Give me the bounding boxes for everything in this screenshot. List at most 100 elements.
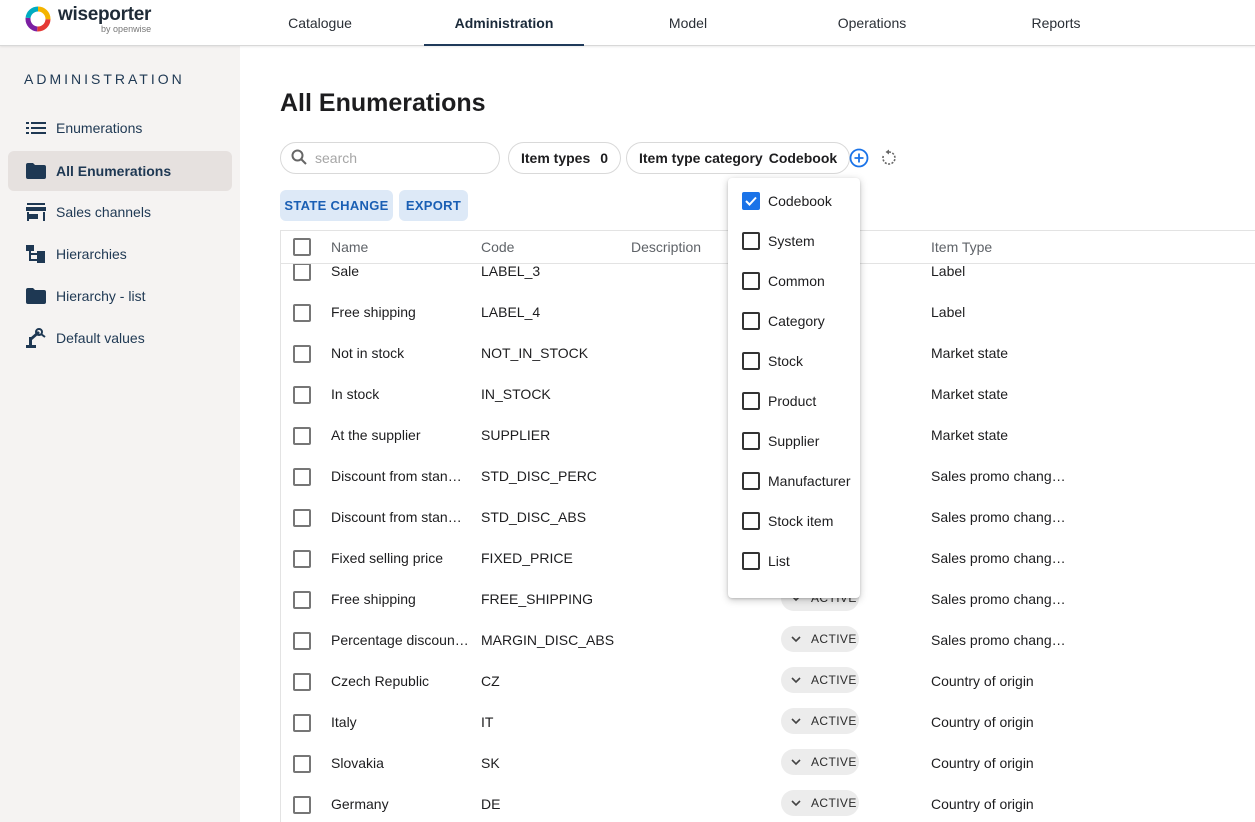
cell-item-type: Label	[931, 304, 966, 320]
category-option[interactable]: System	[728, 221, 860, 261]
row-checkbox[interactable]	[293, 427, 311, 445]
sidebar-item-sales-channels[interactable]: Sales channels	[8, 192, 232, 232]
sidebar-item-default-values[interactable]: Default values	[8, 318, 232, 358]
export-button[interactable]: EXPORT	[399, 190, 468, 221]
state-chip[interactable]: ACTIVE	[781, 708, 859, 734]
category-option[interactable]: List	[728, 541, 860, 581]
option-checkbox[interactable]	[742, 432, 760, 450]
category-option[interactable]: Stock item	[728, 501, 860, 541]
cell-name: Not in stock	[331, 345, 405, 361]
category-option[interactable]: Product	[728, 381, 860, 421]
table-row[interactable]: Slovakia SK ACTIVE Country of origin	[281, 743, 1255, 784]
folder-icon	[25, 286, 47, 306]
row-checkbox[interactable]	[293, 263, 311, 281]
select-all-checkbox[interactable]	[293, 238, 311, 256]
option-checkbox[interactable]	[742, 192, 760, 210]
cell-name: Sale	[331, 263, 360, 279]
state-change-button[interactable]: STATE CHANGE	[280, 190, 393, 221]
search-icon	[291, 149, 307, 168]
option-label: System	[768, 233, 815, 249]
state-label: ACTIVE	[811, 632, 857, 646]
brand-logo[interactable]: wiseporter by openwise	[24, 3, 151, 35]
row-checkbox[interactable]	[293, 345, 311, 363]
table-row[interactable]: Czech Republic CZ ACTIVE Country of origin	[281, 661, 1255, 702]
sidebar-item-label: Sales channels	[56, 204, 151, 220]
option-checkbox[interactable]	[742, 552, 760, 570]
row-checkbox[interactable]	[293, 386, 311, 404]
search-box[interactable]	[280, 142, 500, 174]
cell-name: Discount from stan…	[331, 509, 462, 525]
option-checkbox[interactable]	[742, 272, 760, 290]
category-option[interactable]: Common	[728, 261, 860, 301]
cell-name: Italy	[331, 714, 357, 730]
chevron-down-icon	[791, 636, 801, 643]
chevron-down-icon	[791, 718, 801, 725]
row-checkbox[interactable]	[293, 755, 311, 773]
row-checkbox[interactable]	[293, 304, 311, 322]
sidebar-item-label: Default values	[56, 330, 145, 346]
add-filter-button[interactable]	[848, 147, 870, 169]
cell-item-type: Country of origin	[931, 755, 1034, 771]
row-checkbox[interactable]	[293, 673, 311, 691]
table-row[interactable]: Germany DE ACTIVE Country of origin	[281, 784, 1255, 822]
category-filter-label: Item type category	[639, 150, 763, 166]
chevron-down-icon	[791, 800, 801, 807]
state-chip[interactable]: ACTIVE	[781, 626, 859, 652]
category-option[interactable]: Category	[728, 301, 860, 341]
row-checkbox[interactable]	[293, 468, 311, 486]
sidebar-item-hierarchy-list[interactable]: Hierarchy - list	[8, 276, 232, 316]
search-input[interactable]	[315, 150, 475, 166]
tab-administration[interactable]: Administration	[424, 0, 584, 46]
logo-ring-icon	[24, 5, 52, 33]
row-checkbox[interactable]	[293, 591, 311, 609]
column-header-description[interactable]: Description	[631, 239, 701, 255]
state-label: ACTIVE	[811, 673, 857, 687]
tab-catalogue[interactable]: Catalogue	[240, 0, 400, 46]
option-checkbox[interactable]	[742, 512, 760, 530]
column-header-code[interactable]: Code	[481, 239, 514, 255]
state-label: ACTIVE	[811, 714, 857, 728]
cell-code: IN_STOCK	[481, 386, 551, 402]
cell-item-type: Market state	[931, 386, 1009, 402]
category-option[interactable]: Manufacturer	[728, 461, 860, 501]
sidebar-item-label: Enumerations	[56, 120, 143, 136]
sidebar-item-label: Hierarchy - list	[56, 288, 146, 304]
state-chip[interactable]: ACTIVE	[781, 667, 859, 693]
cell-code: CZ	[481, 673, 500, 689]
cell-code: FREE_SHIPPING	[481, 591, 594, 607]
category-option[interactable]: Stock	[728, 341, 860, 381]
row-checkbox[interactable]	[293, 796, 311, 814]
option-label: Category	[768, 313, 825, 329]
table-row[interactable]: Italy IT ACTIVE Country of origin	[281, 702, 1255, 743]
column-header-item-type[interactable]: Item Type	[931, 239, 992, 255]
sidebar-item-all-enumerations[interactable]: All Enumerations	[8, 151, 232, 191]
option-checkbox[interactable]	[742, 472, 760, 490]
cell-code: DE	[481, 796, 501, 812]
row-checkbox[interactable]	[293, 714, 311, 732]
option-checkbox[interactable]	[742, 312, 760, 330]
category-filter-value: Codebook	[768, 150, 838, 166]
row-checkbox[interactable]	[293, 509, 311, 527]
state-chip[interactable]: ACTIVE	[781, 790, 859, 816]
row-checkbox[interactable]	[293, 550, 311, 568]
sidebar-item-hierarchies[interactable]: Hierarchies	[8, 234, 232, 274]
option-checkbox[interactable]	[742, 352, 760, 370]
category-option[interactable]: Supplier	[728, 421, 860, 461]
tab-operations[interactable]: Operations	[792, 0, 952, 46]
item-type-category-filter[interactable]: Item type category Codebook	[626, 142, 851, 174]
sidebar-item-enumerations[interactable]: Enumerations	[8, 108, 232, 148]
option-label: List	[768, 553, 790, 569]
item-types-filter[interactable]: Item types 0	[508, 142, 622, 174]
column-header-name[interactable]: Name	[331, 239, 368, 255]
option-checkbox[interactable]	[742, 392, 760, 410]
sidebar: ADMINISTRATION Enumerations All Enumerat…	[0, 46, 240, 822]
tab-model[interactable]: Model	[608, 0, 768, 46]
table-row[interactable]: Percentage discoun… MARGIN_DISC_ABS ACTIVE…	[281, 620, 1255, 661]
reset-filters-button[interactable]	[878, 147, 900, 169]
tab-reports[interactable]: Reports	[976, 0, 1136, 46]
row-checkbox[interactable]	[293, 632, 311, 650]
state-chip[interactable]: ACTIVE	[781, 749, 859, 775]
option-checkbox[interactable]	[742, 232, 760, 250]
option-label: Codebook	[768, 193, 832, 209]
category-option[interactable]: Codebook	[728, 181, 860, 221]
